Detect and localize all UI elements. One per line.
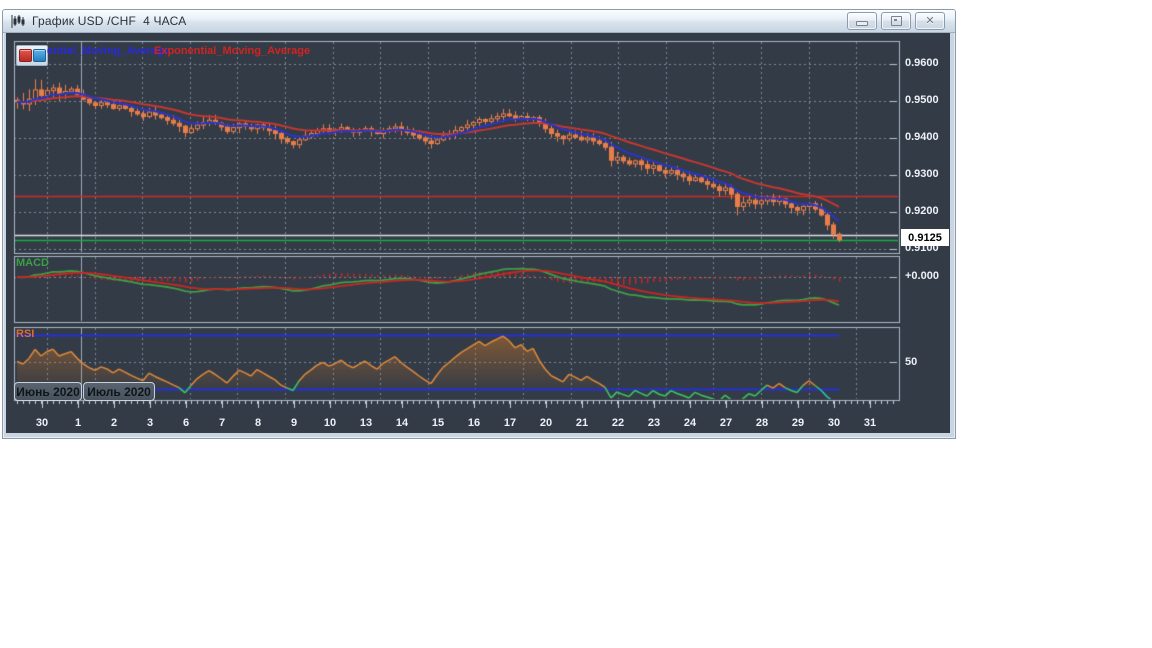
macd-zero-label: +0.000 [905,270,939,282]
date-axis-label: 15 [431,417,445,429]
close-button[interactable]: ✕ [915,12,945,30]
date-axis-label: 2 [110,417,118,429]
date-axis-label: 8 [254,417,262,429]
date-axis-label: 13 [359,417,373,429]
date-axis-label: 9 [290,417,298,429]
ema-blue-legend-label: ential_Moving_Average [47,45,170,57]
date-axis-label: 22 [611,417,625,429]
date-axis-label: 6 [182,417,190,429]
indicator-button-tray [16,45,48,66]
date-axis-label: 3 [146,417,154,429]
date-axis-label: 24 [683,417,697,429]
blue-indicator-button[interactable] [33,49,46,62]
date-axis-label: 17 [503,417,517,429]
rsi-level-label: 50 [905,355,918,368]
current-price-badge: 0.9125 [901,229,949,246]
price-axis-label: 0.9500 [905,94,939,106]
date-axis-label: 23 [647,417,661,429]
date-axis-label: 16 [467,417,481,429]
maximize-button[interactable] [881,12,911,30]
date-axis-label: 20 [539,417,553,429]
window-titlebar[interactable]: График USD /CHF 4 ЧАСА ✕ [3,10,955,33]
price-axis-label: 0.9300 [905,168,939,180]
chart-client-area: ential_Moving_Average Exponential_Moving… [6,33,950,433]
price-axis-label: 0.9200 [905,205,939,217]
minimize-button[interactable] [847,12,877,30]
date-axis-label: 30 [827,417,841,429]
ema-red-legend-label: Exponential_Moving_Average [154,45,311,57]
rsi-panel-label: RSI [16,328,35,340]
month-label-july[interactable]: Июль 2020 [83,382,155,401]
date-axis-label: 21 [575,417,589,429]
window-title: График USD /CHF 4 ЧАСА [32,14,187,28]
red-indicator-button[interactable] [19,49,32,62]
price-axis-label: 0.9400 [905,131,939,143]
chart-canvas[interactable] [6,33,950,433]
price-axis-label: 0.9600 [905,57,939,69]
maximize-icon [890,16,902,26]
close-icon: ✕ [925,14,935,27]
date-axis-label: 27 [719,417,733,429]
chart-window-icon [9,13,27,29]
date-axis-label: 10 [323,417,337,429]
date-axis-label: 28 [755,417,769,429]
date-axis-label: 1 [74,417,82,429]
date-axis-label: 14 [395,417,409,429]
date-axis-label: 7 [218,417,226,429]
month-label-june[interactable]: Июнь 2020 [14,382,82,401]
chart-window: График USD /CHF 4 ЧАСА ✕ ential_Moving_A… [2,9,956,439]
date-axis-label: 31 [863,417,877,429]
macd-panel-label: MACD [16,257,49,269]
date-axis-label: 30 [35,417,49,429]
window-controls: ✕ [847,12,949,30]
minimize-icon [856,21,868,26]
date-axis-label: 29 [791,417,805,429]
